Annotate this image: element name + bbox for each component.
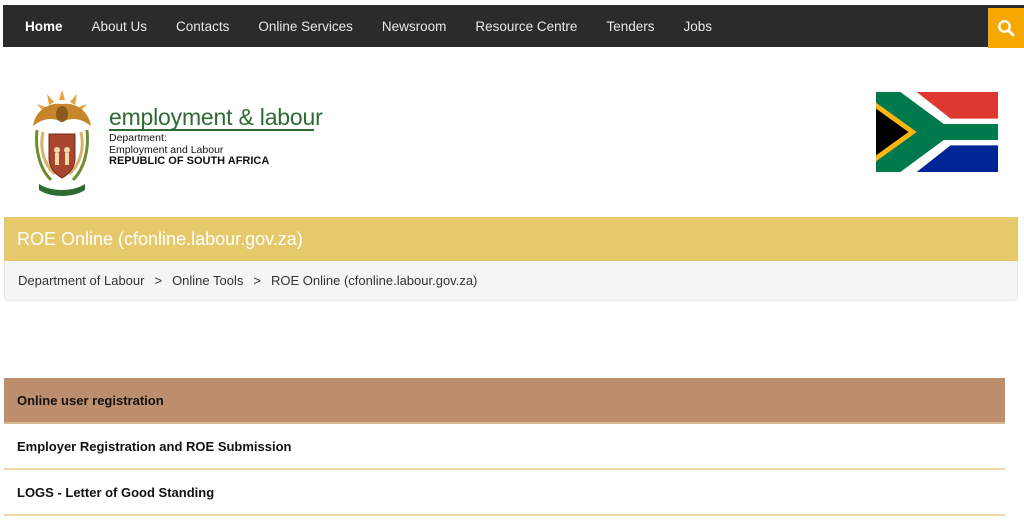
- department-title: employment & labour: [109, 104, 323, 130]
- page-title-bar: ROE Online (cfonline.labour.gov.za): [4, 217, 1018, 261]
- menu-logs-letter-of-good-standing[interactable]: LOGS - Letter of Good Standing: [4, 470, 1005, 516]
- breadcrumb-current: ROE Online (cfonline.labour.gov.za): [270, 273, 478, 288]
- nav-home[interactable]: Home: [3, 5, 77, 47]
- breadcrumb: Department of Labour > Online Tools > RO…: [4, 261, 1018, 301]
- search-button[interactable]: [988, 8, 1024, 48]
- nav-online-services[interactable]: Online Services: [244, 5, 368, 47]
- top-navigation: Home About Us Contacts Online Services N…: [3, 5, 1024, 48]
- breadcrumb-department-of-labour[interactable]: Department of Labour: [18, 273, 144, 288]
- country-name: REPUBLIC OF SOUTH AFRICA: [109, 155, 270, 167]
- nav-resource-centre[interactable]: Resource Centre: [461, 5, 592, 47]
- department-label: Department:: [109, 132, 167, 144]
- nav-contacts[interactable]: Contacts: [162, 5, 244, 47]
- breadcrumb-online-tools[interactable]: Online Tools: [172, 273, 243, 288]
- nav-about-us[interactable]: About Us: [77, 5, 162, 47]
- south-africa-flag: [876, 92, 998, 172]
- site-header: employment & labour Department: Employme…: [0, 48, 1024, 216]
- nav-newsroom[interactable]: Newsroom: [367, 5, 461, 47]
- breadcrumb-separator: >: [154, 273, 163, 288]
- menu-employer-registration[interactable]: Employer Registration and ROE Submission: [4, 424, 1005, 470]
- nav-jobs[interactable]: Jobs: [669, 5, 727, 47]
- title-divider: [109, 129, 314, 131]
- coat-of-arms-logo[interactable]: [29, 88, 95, 222]
- menu-online-user-registration[interactable]: Online user registration: [4, 378, 1005, 424]
- nav-tenders[interactable]: Tenders: [592, 5, 669, 47]
- breadcrumb-separator: >: [253, 273, 261, 288]
- online-tools-menu: Online user registration Employer Regist…: [4, 378, 1005, 516]
- search-icon: [998, 20, 1015, 37]
- page-title: ROE Online (cfonline.labour.gov.za): [17, 228, 303, 249]
